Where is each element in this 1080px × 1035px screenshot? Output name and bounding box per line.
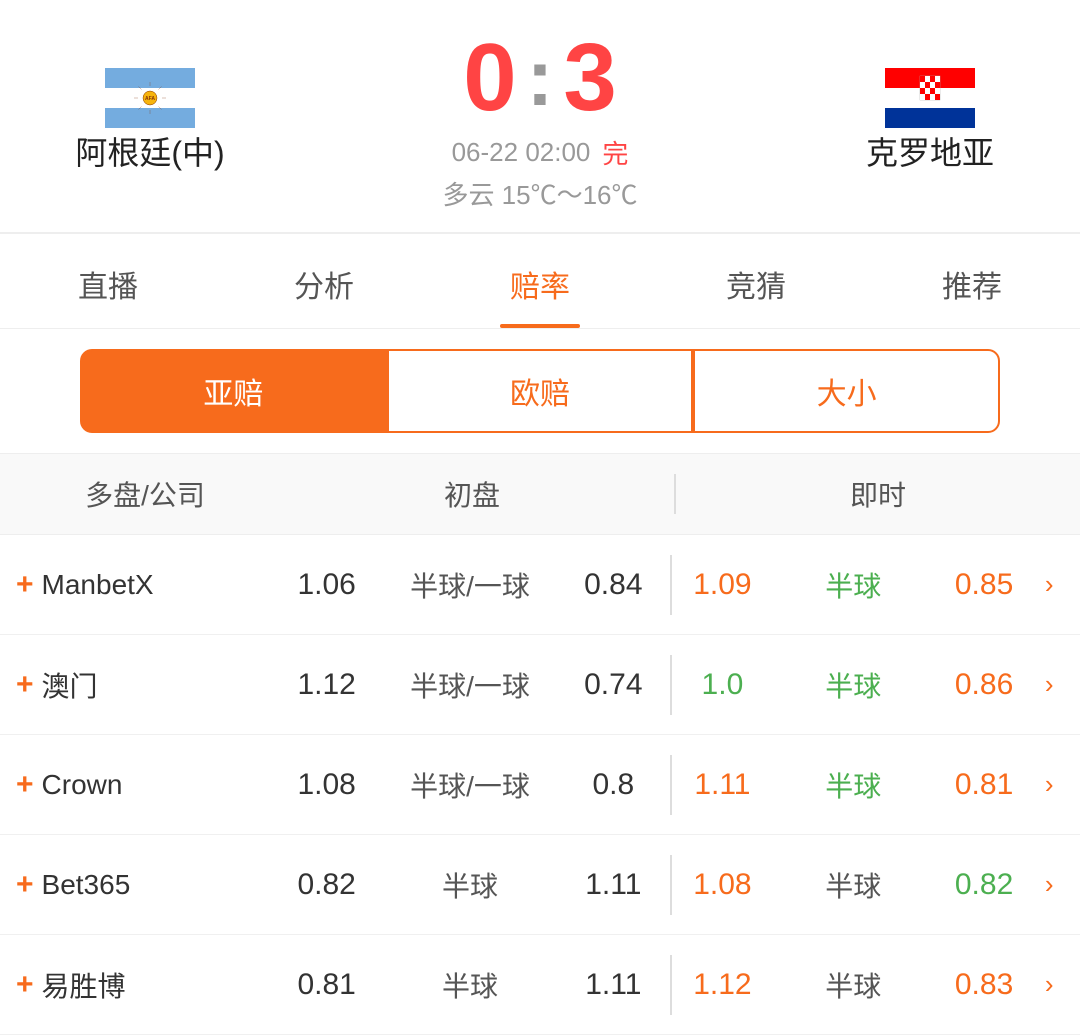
company-name: 澳门 — [42, 665, 98, 705]
arrow-icon[interactable]: › — [1045, 969, 1062, 1000]
init-left-val: 1.12 — [287, 668, 367, 702]
score-colon: : — [527, 38, 554, 118]
match-date: 06-22 02:00 — [452, 137, 591, 168]
init-right-val: 0.84 — [573, 568, 653, 602]
company-cell-macau: + 澳门 — [0, 665, 270, 705]
header-initial: 初盘 — [270, 474, 674, 514]
init-right-val: 1.11 — [573, 968, 653, 1002]
tab-analysis[interactable]: 分析 — [216, 234, 432, 328]
score-left: 0 — [463, 30, 516, 126]
realtime-odds-bet365: 1.08 半球 0.82 › — [672, 865, 1080, 905]
sub-tab-asia[interactable]: 亚赔 — [80, 349, 387, 433]
company-cell-crown: + Crown — [0, 768, 270, 802]
rt-right-val: 0.82 — [944, 868, 1024, 902]
initial-odds-manbetx: 1.06 半球/一球 0.84 — [270, 565, 670, 605]
plus-icon[interactable]: + — [16, 568, 34, 602]
table-header: 多盘/公司 初盘 即时 — [0, 453, 1080, 535]
argentina-flag: AFA — [105, 68, 195, 128]
rt-handicap: 半球 — [783, 965, 923, 1005]
team-left-name: 阿根廷(中) — [75, 128, 224, 174]
match-center: 0 : 3 06-22 02:00 完 多云 15℃～16℃ — [280, 30, 800, 212]
match-status: 完 — [602, 134, 628, 171]
plus-icon[interactable]: + — [16, 768, 34, 802]
rt-left-val: 1.0 — [682, 668, 762, 702]
sub-tab-size[interactable]: 大小 — [693, 349, 1000, 433]
initial-odds-yishenbo: 0.81 半球 1.11 — [270, 965, 670, 1005]
rt-right-val: 0.85 — [944, 568, 1024, 602]
header-company: 多盘/公司 — [0, 474, 270, 514]
match-weather: 多云 15℃～16℃ — [442, 175, 637, 212]
initial-odds-macau: 1.12 半球/一球 0.74 — [270, 665, 670, 705]
rt-left-val: 1.12 — [682, 968, 762, 1002]
table-row: + 易胜博 0.81 半球 1.11 1.12 半球 0.83 › — [0, 935, 1080, 1035]
company-name: Bet365 — [42, 869, 131, 901]
plus-icon[interactable]: + — [16, 868, 34, 902]
initial-odds-crown: 1.08 半球/一球 0.8 — [270, 765, 670, 805]
team-left: AFA 阿根廷(中) — [20, 68, 280, 174]
svg-text:AFA: AFA — [145, 96, 155, 102]
company-name: Crown — [42, 769, 123, 801]
match-header: AFA 阿根廷(中) 0 : 3 06-22 02:00 完 多云 15℃～16… — [0, 0, 1080, 232]
match-info: 06-22 02:00 完 — [452, 134, 629, 171]
init-right-val: 0.74 — [573, 668, 653, 702]
realtime-odds-yishenbo: 1.12 半球 0.83 › — [672, 965, 1080, 1005]
table-row: + Bet365 0.82 半球 1.11 1.08 半球 0.82 › — [0, 835, 1080, 935]
team-right: 克罗地亚 — [800, 68, 1060, 174]
table-row: + 澳门 1.12 半球/一球 0.74 1.0 半球 0.86 › — [0, 635, 1080, 735]
croatia-flag — [885, 68, 975, 128]
header-realtime: 即时 — [676, 474, 1080, 514]
init-right-val: 1.11 — [573, 868, 653, 902]
score-right: 3 — [563, 30, 616, 126]
rt-left-val: 1.11 — [682, 768, 762, 802]
arrow-icon[interactable]: › — [1045, 569, 1062, 600]
odds-table: 多盘/公司 初盘 即时 + ManbetX 1.06 半球/一球 0.84 1.… — [0, 453, 1080, 1035]
init-handicap: 半球/一球 — [400, 565, 540, 605]
rt-handicap: 半球 — [783, 765, 923, 805]
table-row: + ManbetX 1.06 半球/一球 0.84 1.09 半球 0.85 › — [0, 535, 1080, 635]
team-right-name: 克罗地亚 — [866, 128, 994, 174]
init-handicap: 半球 — [400, 865, 540, 905]
init-left-val: 1.08 — [287, 768, 367, 802]
company-name: 易胜博 — [42, 965, 126, 1005]
sub-tab-europe[interactable]: 欧赔 — [387, 349, 694, 433]
init-handicap: 半球/一球 — [400, 665, 540, 705]
rt-right-val: 0.86 — [944, 668, 1024, 702]
nav-tabs: 直播 分析 赔率 竞猜 推荐 — [0, 234, 1080, 329]
init-handicap: 半球 — [400, 965, 540, 1005]
rt-right-val: 0.81 — [944, 768, 1024, 802]
init-left-val: 0.81 — [287, 968, 367, 1002]
init-left-val: 0.82 — [287, 868, 367, 902]
rt-left-val: 1.08 — [682, 868, 762, 902]
company-cell-manbetx: + ManbetX — [0, 568, 270, 602]
tab-odds[interactable]: 赔率 — [432, 234, 648, 328]
init-left-val: 1.06 — [287, 568, 367, 602]
table-row: + Crown 1.08 半球/一球 0.8 1.11 半球 0.81 › — [0, 735, 1080, 835]
plus-icon[interactable]: + — [16, 668, 34, 702]
company-name: ManbetX — [42, 569, 154, 601]
company-cell-bet365: + Bet365 — [0, 868, 270, 902]
realtime-odds-crown: 1.11 半球 0.81 › — [672, 765, 1080, 805]
arrow-icon[interactable]: › — [1045, 669, 1062, 700]
init-right-val: 0.8 — [573, 768, 653, 802]
tab-predict[interactable]: 竞猜 — [648, 234, 864, 328]
rt-right-val: 0.83 — [944, 968, 1024, 1002]
rt-left-val: 1.09 — [682, 568, 762, 602]
rt-handicap: 半球 — [783, 565, 923, 605]
sub-tabs: 亚赔 欧赔 大小 — [0, 329, 1080, 453]
init-handicap: 半球/一球 — [400, 765, 540, 805]
tab-recommend[interactable]: 推荐 — [864, 234, 1080, 328]
plus-icon[interactable]: + — [16, 968, 34, 1002]
rt-handicap: 半球 — [783, 665, 923, 705]
rt-handicap: 半球 — [783, 865, 923, 905]
arrow-icon[interactable]: › — [1045, 869, 1062, 900]
realtime-odds-macau: 1.0 半球 0.86 › — [672, 665, 1080, 705]
initial-odds-bet365: 0.82 半球 1.11 — [270, 865, 670, 905]
company-cell-yishenbo: + 易胜博 — [0, 965, 270, 1005]
arrow-icon[interactable]: › — [1045, 769, 1062, 800]
tab-live[interactable]: 直播 — [0, 234, 216, 328]
realtime-odds-manbetx: 1.09 半球 0.85 › — [672, 565, 1080, 605]
